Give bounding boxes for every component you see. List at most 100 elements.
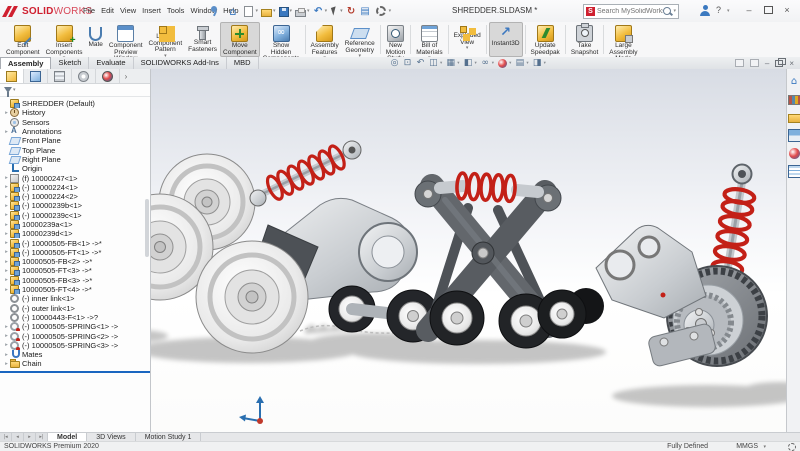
tree-item-10000505-spring-2[interactable]: ▸(-) 10000505-SPRING<2> -> (0, 331, 150, 340)
expand-arrow-icon[interactable]: ▸ (3, 277, 10, 283)
units-caret-icon[interactable]: ▾ (763, 444, 766, 450)
minimize-document-button[interactable]: – (765, 59, 769, 68)
tree-item-outer-link-1[interactable]: (-) outer link<1> (0, 304, 150, 313)
search-options-caret-icon[interactable]: ▾ (673, 8, 676, 14)
restore-document-button[interactable] (775, 60, 783, 67)
tree-item-history[interactable]: ▸History (0, 108, 150, 117)
new-document-button[interactable]: ▾ (242, 3, 259, 19)
expand-arrow-icon[interactable]: ▸ (3, 231, 10, 237)
filter-caret-icon[interactable]: ▾ (13, 87, 16, 93)
search-magnifier-icon[interactable] (663, 7, 671, 15)
rebuild-button[interactable]: ↻ (346, 3, 357, 19)
dropdown-caret-icon[interactable]: ▾ (457, 61, 459, 66)
panel-tab-configuration-manager[interactable] (48, 69, 72, 83)
window-minimize-button[interactable]: – (740, 0, 758, 20)
expand-arrow-icon[interactable]: ▸ (3, 129, 10, 135)
taskpane-appearances-scenes-button[interactable] (787, 145, 800, 161)
tree-item-top-plane[interactable]: Top Plane (0, 145, 150, 154)
menu-tools[interactable]: Tools (164, 4, 188, 17)
tree-item-f-10000247-1[interactable]: ▸(f) 10000247<1> (0, 173, 150, 182)
view-settings-button[interactable]: ◨ (531, 58, 544, 69)
expand-arrow-icon[interactable]: ▸ (3, 212, 10, 218)
previous-view-button[interactable]: ↶ (414, 58, 427, 69)
home-button[interactable]: ⌂ (228, 3, 239, 19)
ribbon-button-instant3d[interactable]: Instant3D (489, 22, 523, 57)
dropdown-caret-icon[interactable]: ▾ (256, 8, 259, 14)
tree-item-10000505-fb-1[interactable]: ▸(-) 10000505-FB<1> ->* (0, 238, 150, 247)
panel-tab-property-manager[interactable] (24, 69, 48, 83)
tree-item-chain[interactable]: ▸Chain (0, 359, 150, 368)
search-input[interactable] (597, 8, 663, 15)
dropdown-caret-icon[interactable]: ▾ (440, 61, 442, 66)
tab-solidworks-add-ins[interactable]: SOLIDWORKS Add-Ins (134, 57, 227, 69)
dropdown-caret-icon[interactable]: ▾ (340, 8, 343, 14)
window-restore-button[interactable] (759, 0, 777, 20)
ribbon-button-assembly-features[interactable]: Assembly Features▾ (308, 22, 342, 57)
undo-button[interactable]: ↶▾ (313, 3, 328, 19)
shock-absorber-left[interactable] (250, 141, 361, 206)
ribbon-button-take-snapshot[interactable]: Take Snapshot (568, 22, 601, 57)
cascade-windows-button[interactable] (735, 59, 744, 67)
display-style-button[interactable]: ◧ (462, 58, 475, 69)
save-button[interactable]: ▾ (279, 3, 293, 19)
tree-item-shredder-default[interactable]: SHREDDER (Default) (0, 99, 150, 108)
ribbon-button-show-hidden-components[interactable]: Show Hidden Components (260, 22, 303, 57)
tab-evaluate[interactable]: Evaluate (89, 57, 133, 69)
tree-item-10000505-spring-1[interactable]: ▸(-) 10000505-SPRING<1> -> (0, 322, 150, 331)
tree-item-10000239a-1[interactable]: ▸10000239a<1> (0, 220, 150, 229)
window-close-button[interactable]: × (778, 0, 796, 20)
tree-item-mates[interactable]: ▸Mates (0, 350, 150, 359)
dropdown-caret-icon[interactable]: ▾ (307, 8, 310, 14)
help-button[interactable]: ? (716, 5, 721, 15)
tree-item-annotations[interactable]: ▸Annotations (0, 127, 150, 136)
tree-item-10000505-ft-4[interactable]: ▸10000505-FT<4> ->* (0, 285, 150, 294)
expand-arrow-icon[interactable]: ▸ (3, 240, 10, 246)
menu-insert[interactable]: Insert (139, 4, 164, 17)
login-user-icon[interactable] (700, 5, 710, 17)
tree-item-front-plane[interactable]: Front Plane (0, 136, 150, 145)
taskpane-custom-properties-button[interactable] (787, 163, 800, 179)
tree-filter-row[interactable]: ▾ (0, 84, 150, 97)
menu-file[interactable]: File (80, 4, 98, 17)
search-box[interactable]: S ▾ (583, 4, 679, 19)
hide-show-items-button[interactable]: ∞ (479, 58, 492, 69)
panel-tab-dimxpert-manager[interactable] (72, 69, 96, 83)
expand-arrow-icon[interactable]: ▸ (3, 287, 10, 293)
ribbon-button-linear-component-pattern[interactable]: Linear Component Pattern▾ (146, 22, 186, 57)
expand-arrow-icon[interactable]: ▸ (3, 361, 10, 367)
file-properties-button[interactable]: ▤ (360, 3, 371, 19)
expand-arrow-icon[interactable]: ▸ (3, 222, 10, 228)
help-caret-icon[interactable]: ▾ (727, 8, 730, 14)
menu-view[interactable]: View (117, 4, 139, 17)
ribbon-button-edit-component[interactable]: Edit Component (3, 22, 43, 57)
viewport-3d-render[interactable] (151, 69, 786, 432)
tree-item-inner-link-1[interactable]: (-) inner link<1> (0, 294, 150, 303)
tree-item-10000239c-1[interactable]: ▸(-) 10000239c<1> (0, 211, 150, 220)
dropdown-caret-icon[interactable]: ▾ (290, 8, 293, 14)
tree-item-10000239d-1[interactable]: ▸10000239d<1> (0, 229, 150, 238)
tree-item-right-plane[interactable]: Right Plane (0, 155, 150, 164)
menu-edit[interactable]: Edit (98, 4, 117, 17)
expand-arrow-icon[interactable]: ▸ (3, 184, 10, 190)
tree-item-10000505-fb-2[interactable]: ▸10000505-FB<2> ->* (0, 257, 150, 266)
ribbon-button-component-preview-window[interactable]: Component Preview Window (106, 22, 146, 57)
dropdown-caret-icon[interactable]: ▾ (325, 8, 328, 14)
expand-arrow-icon[interactable]: ▸ (3, 352, 10, 358)
taskpane-solidworks-resources-button[interactable]: ⌂ (787, 73, 800, 89)
expand-arrow-icon[interactable]: ▸ (3, 333, 10, 339)
print-button[interactable]: ▾ (295, 3, 310, 19)
tab-sketch[interactable]: Sketch (51, 57, 89, 69)
dropdown-caret-icon[interactable]: ▾ (475, 61, 477, 66)
tree-item-10000224-1[interactable]: ▸(-) 10000224<1> (0, 183, 150, 192)
tree-item-sensors[interactable]: Sensors (0, 118, 150, 127)
ribbon-button-reference-geometry[interactable]: Reference Geometry▾ (342, 22, 378, 57)
tree-item-10000505-fb-3[interactable]: ▸10000505-FB<3> ->* (0, 276, 150, 285)
ribbon-button-update-speedpak[interactable]: Update Speedpak (528, 22, 563, 57)
view-orientation-button[interactable]: ▦ (444, 58, 457, 69)
tree-splitter-bar[interactable] (0, 371, 150, 373)
panel-tabs-overflow-button[interactable]: › (120, 69, 132, 83)
taskpane-design-library-button[interactable] (787, 91, 800, 107)
ribbon-button-insert-components[interactable]: Insert Components▾ (43, 22, 86, 57)
expand-arrow-icon[interactable]: ▸ (3, 110, 10, 116)
open-button[interactable]: ▾ (261, 3, 276, 19)
